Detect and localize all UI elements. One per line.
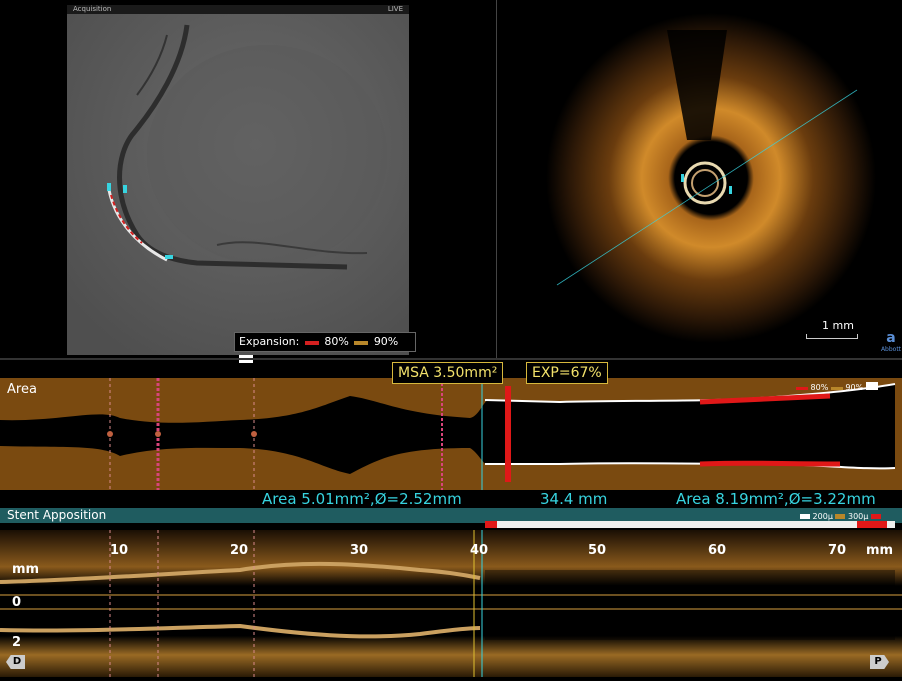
y-axis-zero: 0 xyxy=(12,595,22,610)
legend-300-swatch xyxy=(835,514,846,519)
tick-70: 70 xyxy=(828,543,847,558)
tick-30: 30 xyxy=(350,543,369,558)
legend-90-label: 90% xyxy=(845,383,864,392)
stent-apposition-legend: 200µ 300µ xyxy=(800,512,881,521)
area-label: Area xyxy=(7,382,37,397)
legend-200-label: 200µ xyxy=(812,512,833,521)
oct-cross-section-image xyxy=(546,13,876,343)
proximal-reference-measurement: Area 8.19mm²,Ø=3.22mm xyxy=(676,490,876,508)
abbott-logo-mark: a xyxy=(886,330,896,346)
legend-80-swatch xyxy=(796,387,808,390)
expansion-80-label: 80% xyxy=(324,335,349,348)
expansion-legend: Expansion: 80% 90% xyxy=(234,332,416,363)
abbott-logo: a Abbott xyxy=(880,330,902,353)
legend-300-label: 300µ xyxy=(848,512,869,521)
abbott-logo-text: Abbott xyxy=(880,346,902,353)
l-mode-view[interactable] xyxy=(0,530,902,677)
expansion-90-swatch xyxy=(354,341,369,345)
apposition-segment-start xyxy=(485,521,497,528)
msa-value[interactable]: MSA 3.50mm² xyxy=(392,362,504,384)
distal-reference-measurement: Area 5.01mm²,Ø=2.52mm xyxy=(262,490,462,508)
angiogram-image xyxy=(67,5,409,355)
apposition-segment-end xyxy=(857,521,887,528)
legend-200-swatch xyxy=(800,514,810,519)
oct-cross-section-view[interactable] xyxy=(497,0,902,358)
area-graph-legend: 80% 90% xyxy=(796,382,878,392)
y-axis-two: 2 xyxy=(12,635,22,650)
live-label: LIVE xyxy=(387,5,403,13)
tick-60: 60 xyxy=(708,543,727,558)
tick-40: 40 xyxy=(470,543,489,558)
stent-apposition-label: Stent Apposition xyxy=(7,508,107,522)
expansion-90-label: 90% xyxy=(373,335,399,348)
area-graph[interactable] xyxy=(0,378,902,490)
horizontal-divider xyxy=(0,358,902,360)
legend-90-swatch xyxy=(830,387,843,390)
angiography-header: Acquisition LIVE xyxy=(67,5,409,14)
tick-50: 50 xyxy=(588,543,607,558)
stent-length-measurement: 34.4 mm xyxy=(540,490,608,508)
legend-malapposed-swatch xyxy=(870,514,881,519)
angiography-view[interactable]: Acquisition LIVE xyxy=(67,5,409,355)
area-graph-plot xyxy=(0,378,902,490)
x-axis-unit: mm xyxy=(866,543,894,558)
l-mode-image xyxy=(0,530,902,677)
scale-bar-label: 1 mm xyxy=(822,319,854,332)
expansion-80-swatch xyxy=(304,341,319,345)
tick-20: 20 xyxy=(230,543,249,558)
apposition-track xyxy=(485,521,895,528)
expansion-value[interactable]: EXP=67% xyxy=(526,362,608,384)
scale-bar xyxy=(806,334,858,339)
legend-100-swatch xyxy=(865,382,878,390)
tick-10: 10 xyxy=(110,543,129,558)
expansion-legend-label: Expansion: xyxy=(239,335,300,348)
acquisition-label: Acquisition xyxy=(73,5,112,13)
legend-80-label: 80% xyxy=(810,383,829,392)
y-axis-unit: mm xyxy=(12,562,40,577)
